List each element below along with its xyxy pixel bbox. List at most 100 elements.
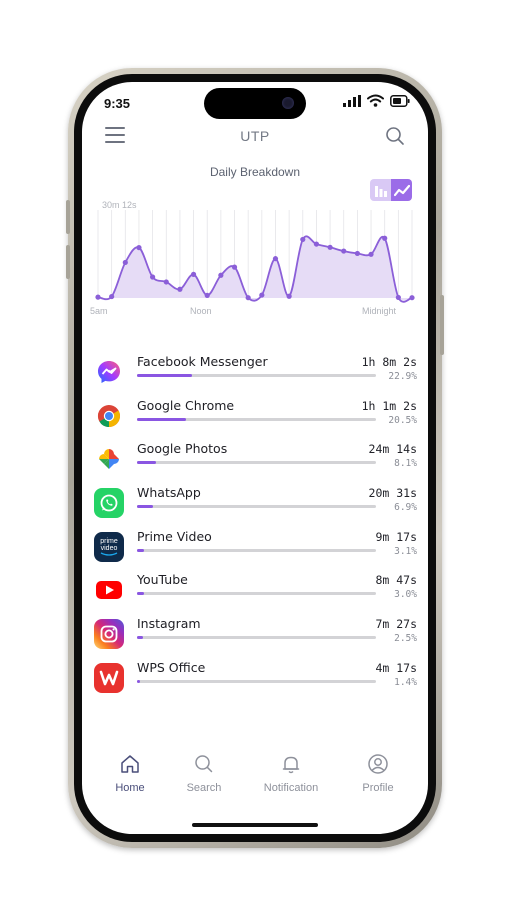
- prime-video-icon-text: prime video: [100, 537, 118, 552]
- chart-data-point[interactable]: [272, 256, 279, 262]
- app-name: YouTube: [137, 572, 188, 588]
- app-percent: 3.1%: [394, 545, 417, 557]
- tab-label: Search: [186, 782, 222, 794]
- app-usage-list: Facebook Messenger 1h 8m 2s 22.9% Google…: [82, 354, 428, 704]
- chart-data-point[interactable]: [136, 244, 142, 251]
- app-name: Google Chrome: [137, 397, 235, 413]
- app-time: 7m 27s: [375, 617, 417, 632]
- usage-bar-fill: [137, 636, 143, 640]
- chart-data-point[interactable]: [368, 251, 374, 257]
- app-name: Prime Video: [137, 528, 212, 544]
- chart-data-point[interactable]: [190, 271, 197, 277]
- app-percent: 20.5%: [388, 414, 417, 426]
- chart-data-point[interactable]: [163, 279, 169, 285]
- youtube-icon: [94, 575, 124, 606]
- chart-data-point[interactable]: [122, 259, 128, 266]
- usage-chart: 30m 12s 5am Noon Midnight: [90, 200, 420, 320]
- search-icon: [195, 755, 213, 773]
- chart-data-point[interactable]: [341, 248, 347, 254]
- prime-video-icon: prime video: [94, 531, 124, 562]
- app-time: 8m 47s: [375, 573, 417, 588]
- tab-label: Notification: [263, 782, 319, 794]
- app-percent: 1.4%: [394, 676, 417, 688]
- usage-bar-fill: [137, 679, 141, 683]
- tab-home[interactable]: Home: [90, 752, 170, 794]
- app-row-instagram[interactable]: Instagram 7m 27s 2.5%: [82, 616, 428, 660]
- chart-data-point[interactable]: [245, 295, 251, 301]
- chart-data-point[interactable]: [395, 294, 401, 301]
- chart-data-point[interactable]: [354, 250, 360, 257]
- chart-data-point[interactable]: [150, 274, 156, 280]
- usage-bar: [137, 592, 376, 596]
- status-icons: [343, 94, 410, 107]
- tab-label: Home: [115, 782, 145, 794]
- app-time: 1h 8m 2s: [361, 355, 417, 369]
- tab-profile[interactable]: Profile: [338, 752, 418, 794]
- chart-type-toggle[interactable]: [370, 179, 412, 201]
- chart-data-point[interactable]: [95, 294, 101, 300]
- whatsapp-icon: [94, 488, 124, 519]
- tab-notification[interactable]: Notification: [251, 752, 331, 794]
- app-row-wps-office[interactable]: WPS Office 4m 17s 1.4%: [82, 660, 428, 704]
- chart-x-label-end: Midnight: [362, 306, 397, 316]
- app-row-youtube[interactable]: YouTube 8m 47s 3.0%: [82, 572, 428, 616]
- search-icon[interactable]: [384, 125, 406, 147]
- usage-bar-fill: [137, 461, 157, 465]
- home-icon: [121, 755, 139, 773]
- bar-chart-toggle[interactable]: [370, 179, 391, 201]
- wps-office-icon: [94, 662, 124, 693]
- photos-icon: [94, 444, 124, 475]
- chart-data-point[interactable]: [327, 244, 333, 250]
- tab-search[interactable]: Search: [164, 752, 244, 794]
- usage-bar-fill: [137, 548, 145, 552]
- app-percent: 2.5%: [394, 633, 417, 645]
- chart-data-point[interactable]: [218, 272, 224, 278]
- tab-label: Profile: [362, 782, 394, 794]
- home-indicator: [192, 823, 318, 827]
- usage-bar: [137, 548, 376, 552]
- phone-volume-down: [66, 245, 70, 279]
- chart-data-point[interactable]: [382, 235, 388, 241]
- app-row-whatsapp[interactable]: WhatsApp 20m 31s 6.9%: [82, 485, 428, 529]
- app-percent: 8.1%: [394, 458, 417, 470]
- line-chart-toggle[interactable]: [391, 179, 412, 201]
- chart-data-point[interactable]: [204, 292, 210, 298]
- app-row-prime-video[interactable]: prime video Prime Video 9m 17s 3.1%: [82, 529, 428, 573]
- app-row-google-chrome[interactable]: Google Chrome 1h 1m 2s 20.5%: [82, 398, 428, 442]
- instagram-icon: [94, 619, 124, 650]
- app-time: 24m 14s: [368, 442, 417, 457]
- usage-bar-fill: [137, 505, 154, 509]
- app-time: 1h 1m 2s: [361, 398, 417, 413]
- app-row-google-photos[interactable]: Google Photos 24m 14s 8.1%: [82, 441, 428, 485]
- signal-icon: [343, 94, 361, 107]
- chart-data-point[interactable]: [109, 293, 115, 300]
- usage-bar: [137, 679, 376, 683]
- app-title: UTP: [240, 128, 270, 144]
- chart-title: Daily Breakdown: [209, 165, 301, 179]
- chart-y-top-label: 30m 12s: [102, 200, 137, 210]
- usage-bar: [137, 461, 376, 465]
- chrome-icon: [94, 400, 124, 431]
- chart-data-point[interactable]: [300, 236, 306, 243]
- app-time: 20m 31s: [368, 486, 417, 501]
- dynamic-island: [204, 88, 306, 119]
- phone-volume-up: [66, 200, 70, 234]
- chart-data-point[interactable]: [231, 264, 238, 270]
- chart-data-point[interactable]: [177, 286, 183, 292]
- app-name: WhatsApp: [137, 485, 201, 501]
- bell-icon: [282, 756, 300, 774]
- chart-data-point[interactable]: [313, 241, 320, 247]
- app-name: Instagram: [137, 616, 201, 632]
- app-percent: 3.0%: [394, 589, 417, 601]
- chart-data-point[interactable]: [286, 293, 292, 299]
- usage-bar-fill: [137, 374, 192, 377]
- chart-data-point[interactable]: [409, 295, 415, 301]
- camera-icon: [282, 97, 294, 109]
- usage-bar: [137, 417, 376, 421]
- app-row-facebook-messenger[interactable]: Facebook Messenger 1h 8m 2s 22.9%: [82, 354, 428, 398]
- app-time: 9m 17s: [375, 529, 417, 544]
- phone-screen: 9:35 UTP Daily Breakdown 30m 12s 5am Noo…: [82, 82, 428, 834]
- status-time: 9:35: [104, 96, 131, 111]
- chart-data-point[interactable]: [259, 292, 265, 298]
- app-time: 4m 17s: [375, 660, 417, 675]
